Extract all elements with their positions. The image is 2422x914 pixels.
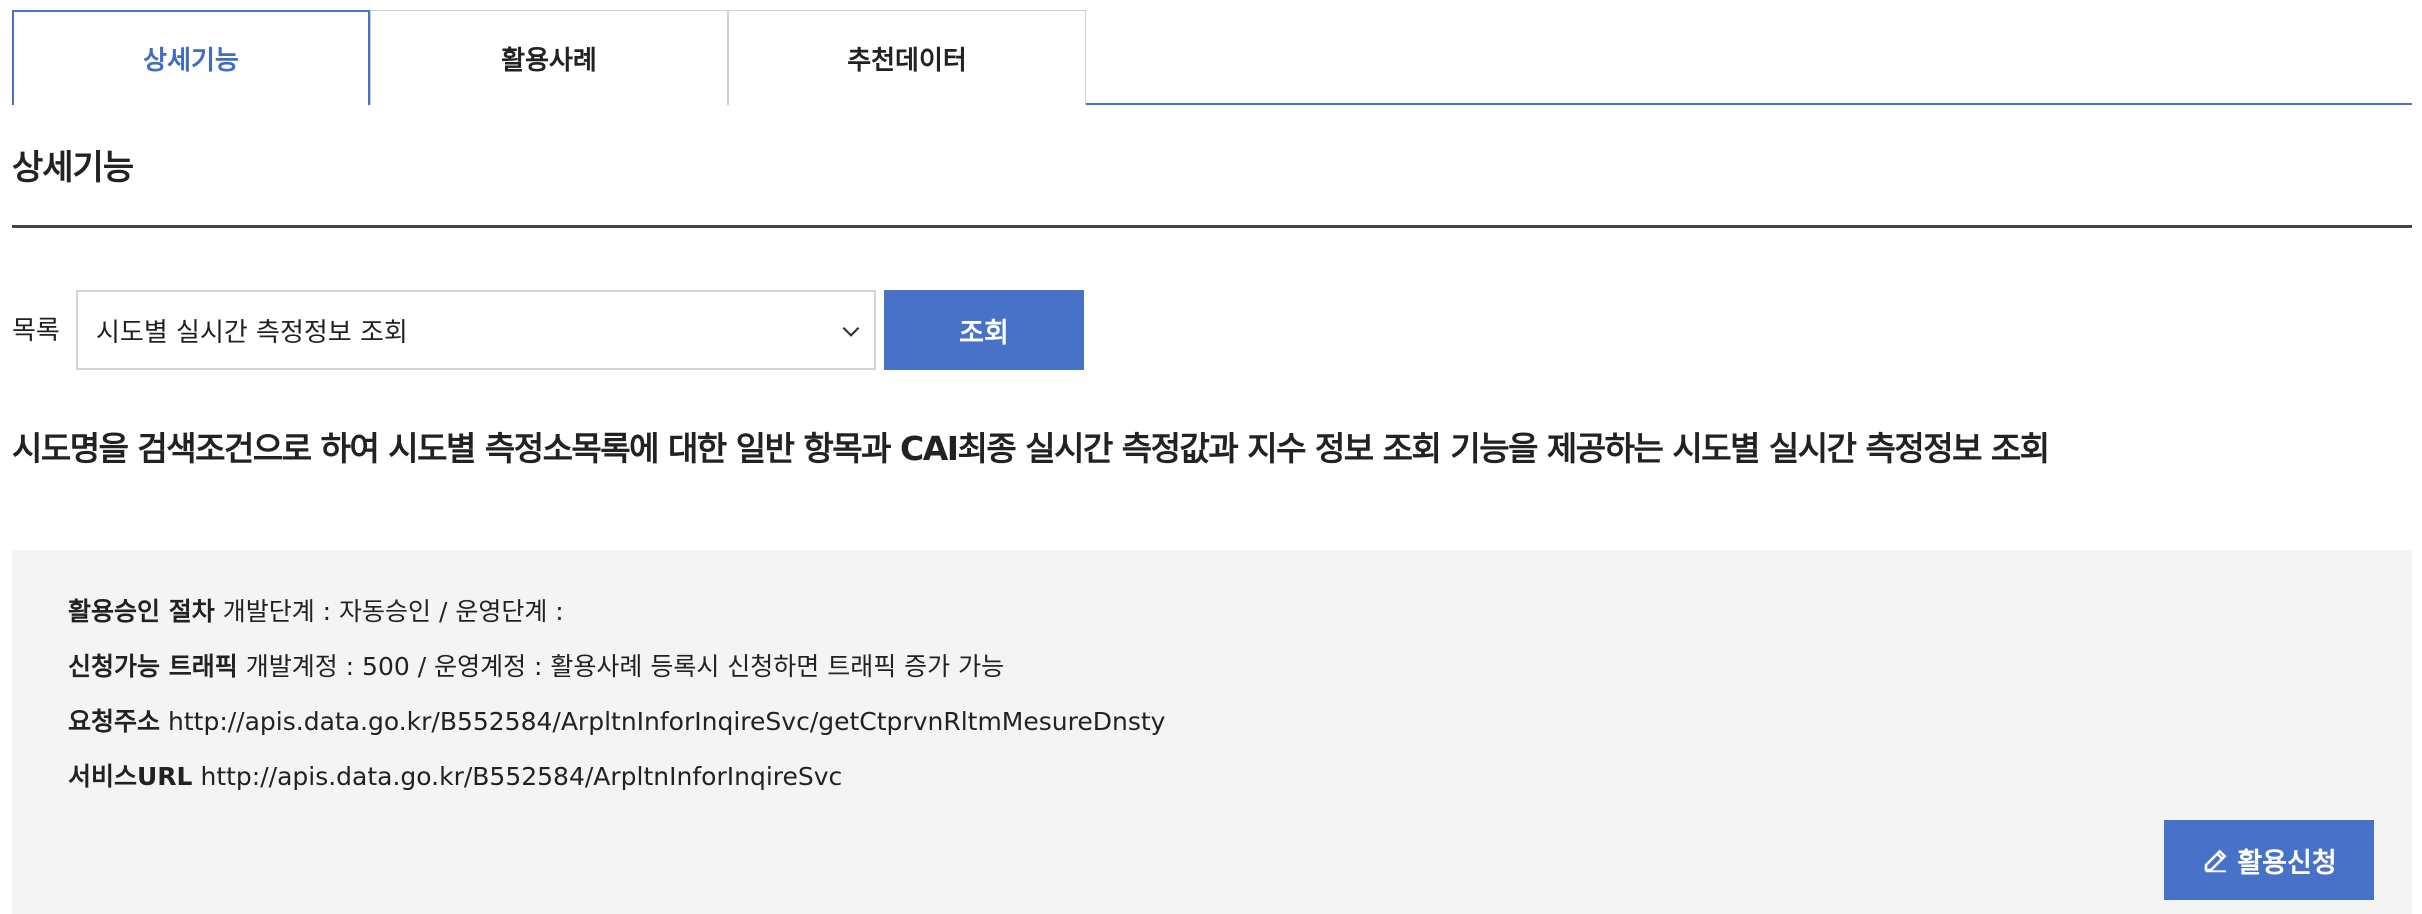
info-service-url-row: 서비스URL http://apis.data.go.kr/B552584/Arp… [68,757,842,793]
info-traffic-key: 신청가능 트래픽 [68,652,238,681]
operation-select[interactable]: 시도별 실시간 측정정보 조회 [76,290,876,370]
info-service-url-value: http://apis.data.go.kr/B552584/ArpltnInf… [200,762,843,791]
info-request-url-value: http://apis.data.go.kr/B552584/ArpltnInf… [168,707,1166,736]
info-approval-row: 활용승인 절차 개발단계 : 자동승인 / 운영단계 : [68,592,564,628]
apply-button-label: 활용신청 [2237,847,2337,879]
info-request-url-row: 요청주소 http://apis.data.go.kr/B552584/Arplt… [68,702,1165,738]
info-approval-value: 개발단계 : 자동승인 / 운영단계 : [222,597,564,626]
apply-button[interactable]: 활용신청 [2164,820,2374,900]
operation-list-label: 목록 [12,316,60,346]
operation-select-value: 시도별 실시간 측정정보 조회 [96,317,408,348]
info-traffic-row: 신청가능 트래픽 개발계정 : 500 / 운영계정 : 활용사례 등록시 신청하… [68,647,1004,683]
pencil-icon [2205,849,2227,873]
tab-recommended-data[interactable]: 추천데이터 [728,10,1086,105]
info-request-url-key: 요청주소 [68,707,161,736]
tab-bar: 상세기능 활용사례 추천데이터 [12,10,2412,105]
info-approval-key: 활용승인 절차 [68,597,215,626]
info-traffic-value: 개발계정 : 500 / 운영계정 : 활용사례 등록시 신청하면 트래픽 증가… [245,652,1005,681]
page-title: 상세기능 [12,148,134,188]
info-panel: 활용승인 절차 개발단계 : 자동승인 / 운영단계 : 신청가능 트래픽 개발계정… [12,550,2412,914]
search-button[interactable]: 조회 [884,290,1084,370]
tab-use-cases[interactable]: 활용사례 [370,10,728,105]
section-divider [12,225,2412,228]
info-service-url-key: 서비스URL [68,762,193,791]
operation-description: 시도명을 검색조건으로 하여 시도별 측정소목록에 대한 일반 항목과 CAI최… [12,429,2050,468]
chevron-down-icon [842,326,860,337]
tab-detail-features[interactable]: 상세기능 [12,10,370,105]
